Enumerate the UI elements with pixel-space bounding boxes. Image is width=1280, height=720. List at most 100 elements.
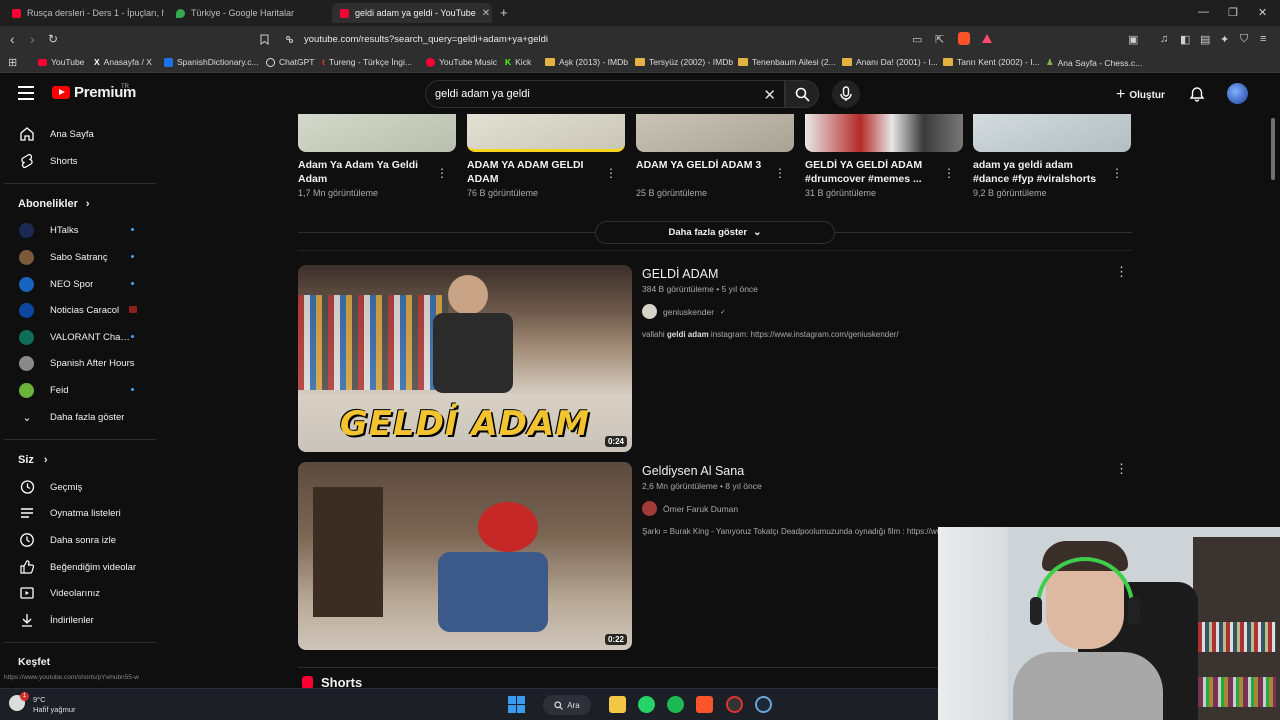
- short-title[interactable]: ADAM YA ADAM GELDI ADAM: [467, 158, 602, 186]
- close-window-icon[interactable]: ✕: [1258, 6, 1267, 19]
- back-icon[interactable]: ‹: [10, 31, 15, 47]
- brave-browser-icon[interactable]: [696, 696, 713, 713]
- menu-icon[interactable]: ≡: [1260, 33, 1266, 45]
- sidebar-item-spanish-after-hours[interactable]: Spanish After Hours: [0, 350, 156, 376]
- tab-russian-lessons[interactable]: Rusça dersleri - Ders 1 - İpuçları, hed: [4, 3, 164, 23]
- sidebar-item-your-videos[interactable]: Videolarınız: [0, 580, 156, 606]
- minimize-icon[interactable]: —: [1198, 6, 1209, 18]
- music-icon[interactable]: ♫: [1160, 33, 1168, 45]
- reading-list-icon[interactable]: ◧: [1180, 33, 1190, 46]
- bookmark-ask-imdb[interactable]: Aşk (2013) - IMDb: [545, 57, 628, 67]
- channel-name[interactable]: Ömer Faruk Duman: [663, 504, 738, 514]
- guide-menu-icon[interactable]: [18, 86, 34, 100]
- more-vert-icon[interactable]: ⋮: [1111, 166, 1123, 180]
- site-info-icon[interactable]: [285, 35, 294, 44]
- short-card[interactable]: adam ya geldi adam #dance #fyp #viralsho…: [973, 114, 1133, 198]
- sidebar-show-more[interactable]: ⌄ Daha fazla göster: [0, 404, 156, 430]
- cast-icon[interactable]: ▭: [912, 33, 922, 46]
- sidebar-item-liked-videos[interactable]: Beğendiğim videolar: [0, 554, 156, 580]
- windows-start-icon[interactable]: [508, 696, 525, 713]
- short-thumbnail[interactable]: [973, 114, 1131, 152]
- sidebar-item-downloads[interactable]: İndirilenler: [0, 607, 156, 633]
- leo-ai-icon[interactable]: ✦: [1220, 33, 1229, 46]
- more-vert-icon[interactable]: ⋮: [1115, 264, 1128, 280]
- bookmark-icon[interactable]: [260, 34, 269, 45]
- sidebar-panel-icon[interactable]: ▣: [1128, 33, 1138, 46]
- short-thumbnail[interactable]: [636, 114, 794, 152]
- share-icon[interactable]: ⇱: [935, 33, 944, 46]
- steam-icon[interactable]: [755, 696, 772, 713]
- voice-search-button[interactable]: [832, 80, 860, 108]
- sidebar-item-neo-spor[interactable]: NEO Spor: [0, 271, 156, 297]
- account-avatar[interactable]: [1227, 83, 1248, 104]
- maximize-icon[interactable]: ❐: [1228, 6, 1238, 19]
- sidebar-item-sabo-satranc[interactable]: Sabo Satranç: [0, 244, 156, 270]
- notifications-bell-icon[interactable]: [1189, 86, 1205, 102]
- video-thumbnail[interactable]: 0:22: [298, 462, 632, 650]
- you-header[interactable]: Siz ›: [18, 454, 48, 466]
- sidebar-item-history[interactable]: Geçmiş: [0, 474, 156, 500]
- sidebar-item-noticias-caracol[interactable]: Noticias Caracol: [0, 297, 156, 323]
- spotify-icon[interactable]: [667, 696, 684, 713]
- short-thumbnail[interactable]: [467, 114, 625, 152]
- channel-avatar[interactable]: [642, 501, 657, 516]
- channel-avatar[interactable]: [642, 304, 657, 319]
- channel-row[interactable]: geniuskender ✓: [642, 304, 726, 319]
- search-input[interactable]: [435, 88, 755, 100]
- short-thumbnail[interactable]: [298, 114, 456, 152]
- bookmark-chatgpt[interactable]: ChatGPT: [266, 57, 314, 67]
- short-card[interactable]: Adam Ya Adam Ya Geldi Adam 1,7 Mn görünt…: [298, 114, 458, 198]
- bookmark-tenenbaum[interactable]: Tenenbaum Ailesi (2...: [738, 57, 836, 67]
- url-field[interactable]: youtube.com/results?search_query=geldi+a…: [276, 29, 1000, 50]
- wallet-icon[interactable]: ▤: [1200, 33, 1210, 46]
- channel-name[interactable]: geniuskender: [663, 307, 714, 317]
- sidebar-item-watch-later[interactable]: Daha sonra izle: [0, 527, 156, 553]
- show-more-button[interactable]: Daha fazla göster ⌄: [595, 221, 835, 244]
- tab-google-maps[interactable]: Türkiye - Google Haritalar: [168, 3, 328, 23]
- new-tab-button[interactable]: +: [500, 5, 508, 20]
- short-title[interactable]: adam ya geldi adam #dance #fyp #viralsho…: [973, 158, 1108, 186]
- bookmark-kick[interactable]: K Kick: [505, 57, 531, 67]
- sidebar-item-valorant[interactable]: VALORANT Chall...: [0, 324, 156, 350]
- bookmark-youtube[interactable]: YouTube: [38, 57, 84, 67]
- scrollbar-thumb[interactable]: [1271, 118, 1275, 180]
- more-vert-icon[interactable]: ⋮: [436, 166, 448, 180]
- short-title[interactable]: Adam Ya Adam Ya Geldi Adam: [298, 158, 433, 186]
- more-vert-icon[interactable]: ⋮: [774, 166, 786, 180]
- close-icon[interactable]: ✕: [482, 8, 490, 19]
- video-title[interactable]: Geldiysen Al Sana: [642, 464, 744, 478]
- clear-search-icon[interactable]: ✕: [763, 86, 776, 104]
- sidebar-item-feid[interactable]: Feid: [0, 377, 156, 403]
- bookmark-tersyuz-imdb[interactable]: Tersyüz (2002) - IMDb: [635, 57, 733, 67]
- reload-icon[interactable]: ↻: [48, 32, 58, 46]
- weather-widget[interactable]: 9°C Hafif yağmur: [33, 695, 76, 715]
- bookmark-ytmusic[interactable]: YouTube Music: [426, 57, 497, 67]
- bookmark-x[interactable]: X Anasayfa / X: [94, 57, 152, 67]
- short-card[interactable]: GELDİ YA GELDİ ADAM #drumcover #memes ..…: [805, 114, 965, 198]
- short-title[interactable]: GELDİ YA GELDİ ADAM #drumcover #memes ..…: [805, 158, 940, 186]
- taskbar-search[interactable]: Ara: [543, 695, 591, 715]
- sidebar-item-htalks[interactable]: HTalks: [0, 217, 156, 243]
- sidebar-item-home[interactable]: Ana Sayfa: [0, 121, 156, 147]
- search-button[interactable]: [785, 80, 819, 108]
- bookmark-spanishdict[interactable]: SpanishDictionary.c...: [164, 57, 259, 67]
- brave-rewards-icon[interactable]: [982, 34, 992, 43]
- bookmark-tureng[interactable]: t Tureng - Türkçe İngi...: [322, 57, 412, 67]
- tab-youtube-search[interactable]: geldi adam ya geldi - YouTube ✕: [332, 3, 492, 23]
- short-thumbnail[interactable]: [805, 114, 963, 152]
- app-icon[interactable]: [726, 696, 743, 713]
- more-vert-icon[interactable]: ⋮: [1115, 461, 1128, 477]
- bookmark-tanri-kent[interactable]: Tanrı Kent (2002) - I...: [943, 57, 1040, 67]
- subscriptions-header[interactable]: Abonelikler ›: [18, 198, 90, 210]
- create-button[interactable]: + Oluştur: [1116, 86, 1165, 104]
- file-explorer-icon[interactable]: [609, 696, 626, 713]
- short-card[interactable]: ADAM YA ADAM GELDI ADAM 76 B görüntüleme…: [467, 114, 627, 198]
- forward-icon[interactable]: ›: [30, 31, 35, 47]
- vpn-icon[interactable]: ⛉: [1240, 33, 1248, 46]
- bookmark-chess[interactable]: ♟ Ana Sayfa - Chess.c...: [1046, 57, 1142, 68]
- more-vert-icon[interactable]: ⋮: [605, 166, 617, 180]
- short-card[interactable]: ADAM YA GELDİ ADAM 3 25 B görüntüleme ⋮: [636, 114, 796, 198]
- video-title[interactable]: GELDİ ADAM: [642, 267, 718, 281]
- whatsapp-icon[interactable]: [638, 696, 655, 713]
- brave-shield-icon[interactable]: [958, 32, 970, 45]
